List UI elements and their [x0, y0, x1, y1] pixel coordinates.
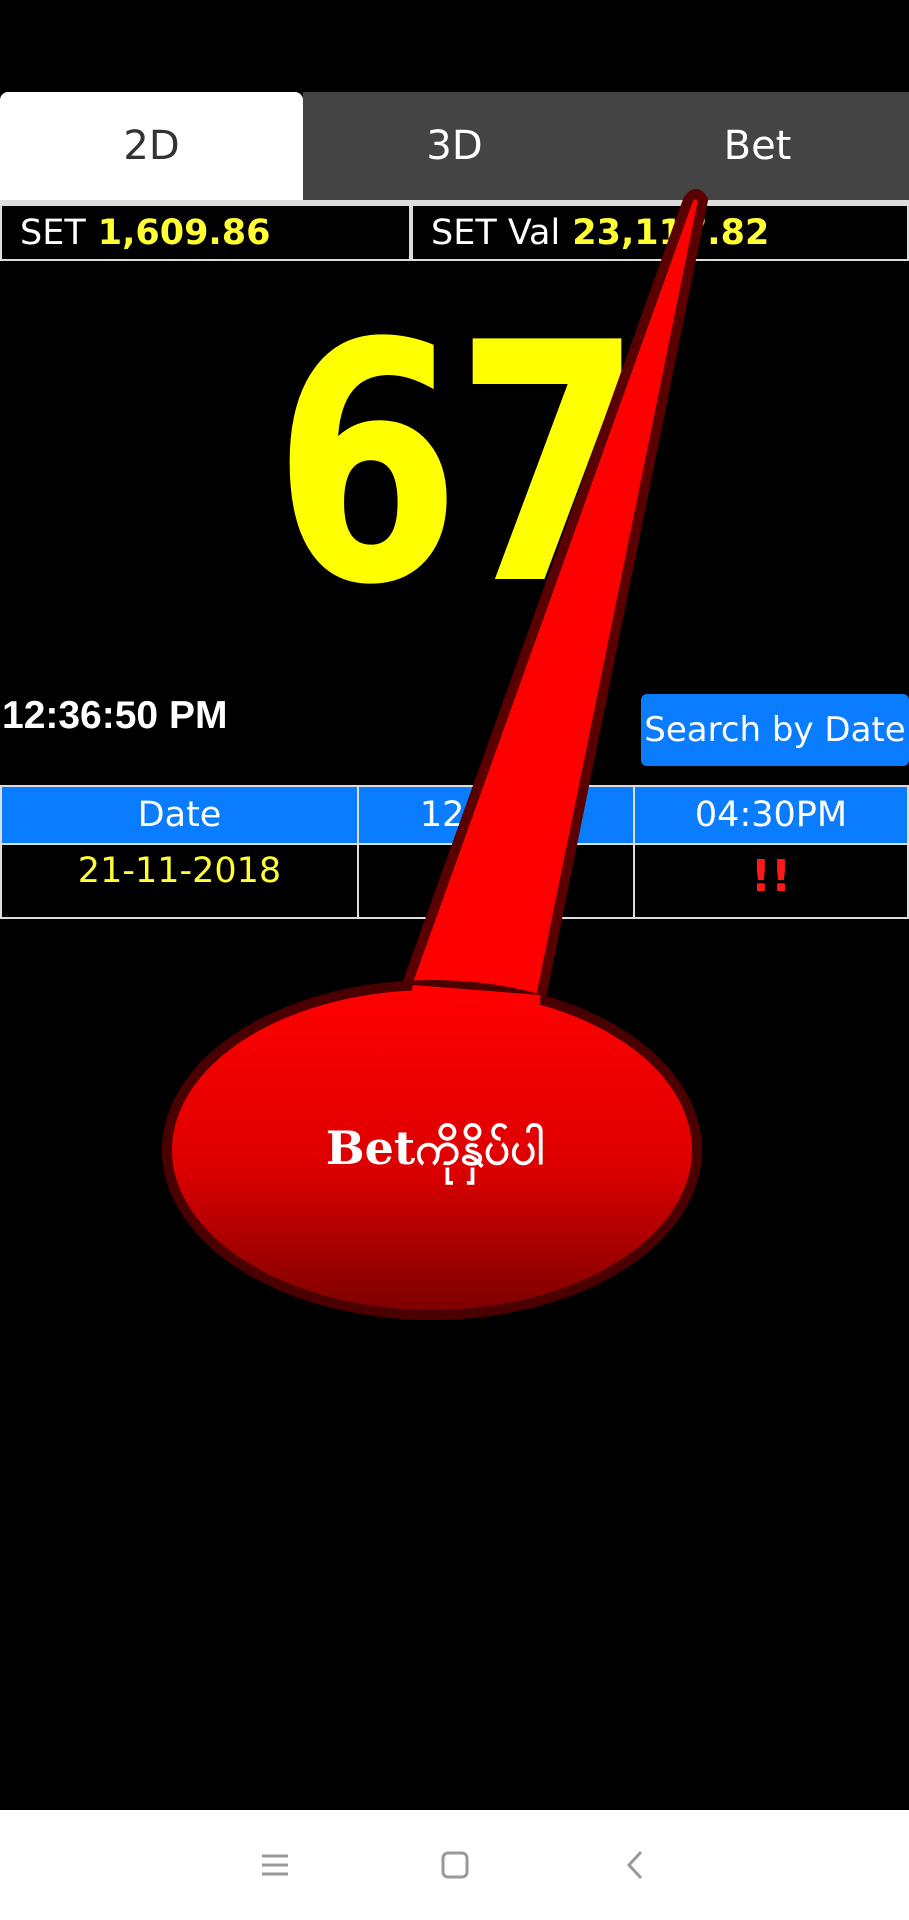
set-label: SET [20, 212, 86, 253]
back-icon[interactable] [605, 1835, 665, 1895]
system-nav-bar [0, 1810, 909, 1920]
table-row: 21-11-2018 !! [0, 843, 909, 919]
set-info-row: SET 1,609.86 SET Val 23,117.82 [0, 204, 909, 261]
set-val-cell: SET Val 23,117.82 [411, 204, 909, 261]
header-noon: 12:01PM [357, 785, 635, 845]
set-val-value: 23,117.82 [572, 212, 770, 253]
result-number: 67 [272, 273, 643, 657]
home-icon[interactable] [425, 1835, 485, 1895]
set-index-cell: SET 1,609.86 [0, 204, 411, 261]
live-clock: 12:36:50 PM [2, 694, 228, 737]
results-table: Date 12:01PM 04:30PM 21-11-2018 !! [0, 785, 909, 919]
results-header-row: Date 12:01PM 04:30PM [0, 785, 909, 845]
set-value: 1,609.86 [97, 212, 271, 253]
tab-2d[interactable]: 2D [0, 92, 303, 200]
tab-bet[interactable]: Bet [606, 92, 909, 200]
tab-3d[interactable]: 3D [303, 92, 606, 200]
callout-text: Betကိုနှိပ်ပါ [325, 1121, 545, 1175]
header-date: Date [0, 785, 359, 845]
header-evening: 04:30PM [633, 785, 909, 845]
row-noon-result [357, 843, 635, 919]
menu-icon[interactable] [245, 1835, 305, 1895]
search-by-date-button[interactable]: Search by Date [641, 694, 909, 766]
set-val-label: SET Val [431, 212, 561, 253]
row-date: 21-11-2018 [0, 843, 359, 919]
tab-bar: 2D 3D Bet [0, 92, 909, 200]
row-evening-result: !! [633, 843, 909, 919]
